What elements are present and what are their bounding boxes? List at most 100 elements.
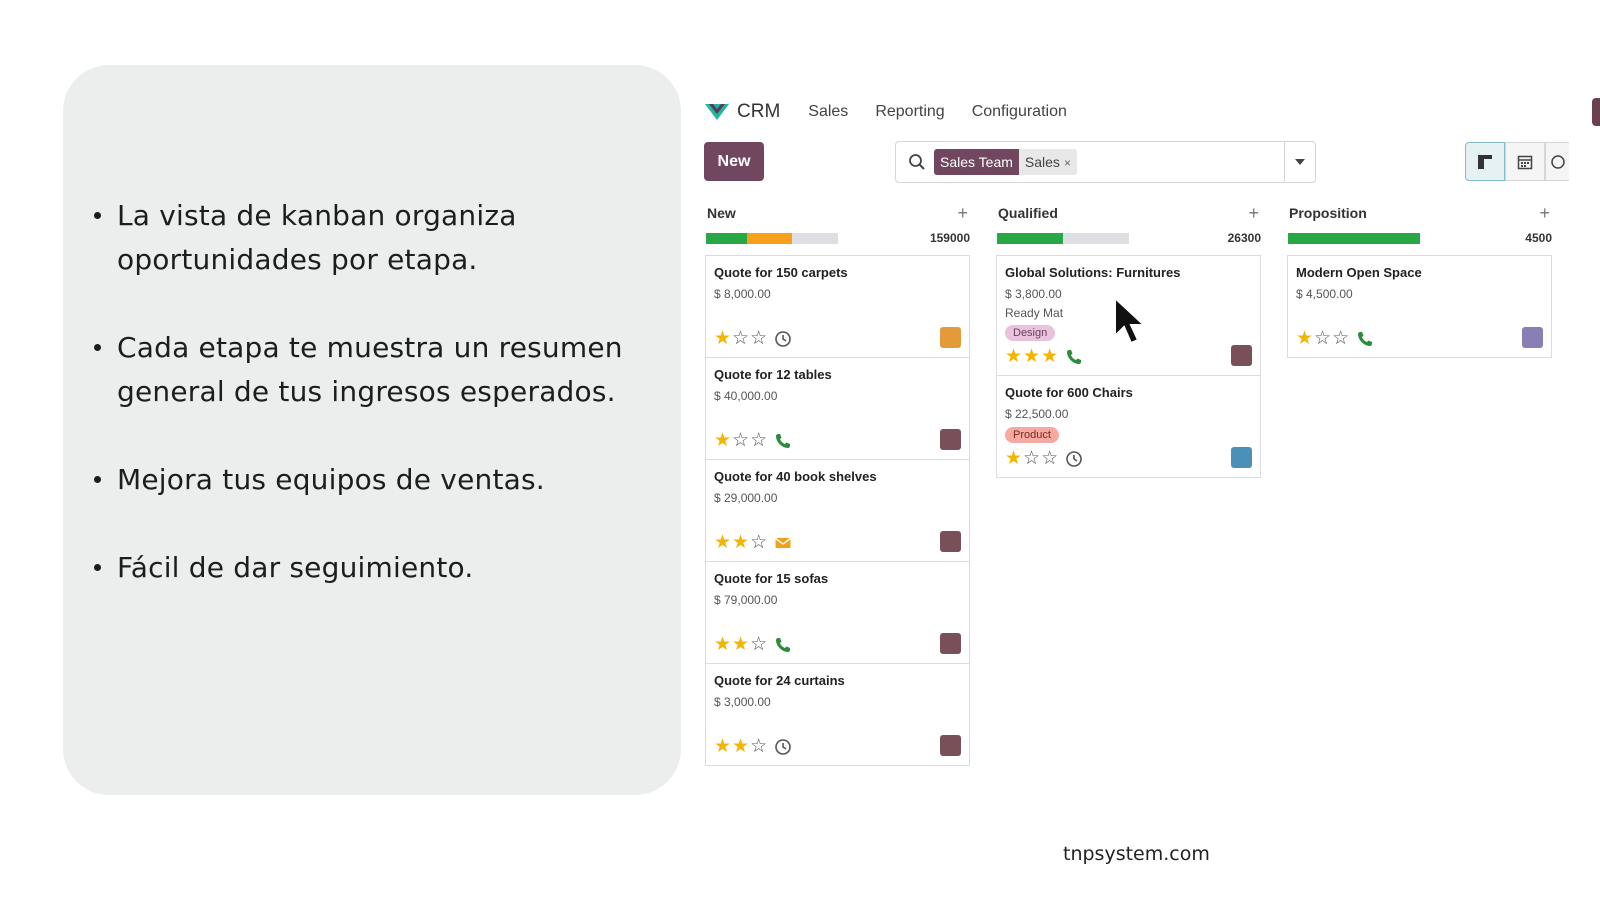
card-footer: ★ ☆ ☆ [714, 329, 792, 348]
card-title: Global Solutions: Furnitures [1005, 265, 1181, 280]
star-empty-icon[interactable]: ☆ [732, 329, 749, 348]
user-avatar[interactable] [1592, 98, 1600, 126]
star-empty-icon[interactable]: ☆ [1332, 329, 1349, 348]
salesperson-avatar[interactable] [940, 429, 961, 450]
salesperson-avatar[interactable] [1231, 447, 1252, 468]
star-empty-icon[interactable]: ☆ [750, 533, 767, 552]
star-empty-icon[interactable]: ☆ [750, 431, 767, 450]
star-empty-icon[interactable]: ☆ [750, 329, 767, 348]
clock-icon[interactable] [774, 330, 792, 348]
priority-stars[interactable]: ★ ☆ ☆ [1296, 329, 1350, 348]
search-options-toggle[interactable] [1284, 142, 1315, 182]
column-title[interactable]: Proposition [1289, 205, 1367, 221]
priority-stars[interactable]: ★ ★ ☆ [714, 737, 768, 756]
star-filled-icon[interactable]: ★ [714, 737, 731, 756]
priority-stars[interactable]: ★ ☆ ☆ [1005, 449, 1059, 468]
menu-sales[interactable]: Sales [808, 103, 848, 121]
progress-segment-won[interactable] [1288, 233, 1420, 244]
feature-item: Fácil de dar seguimiento. [94, 546, 654, 590]
app-name[interactable]: CRM [737, 101, 780, 123]
star-filled-icon[interactable]: ★ [714, 533, 731, 552]
feature-item: Mejora tus equipos de ventas. [94, 458, 654, 502]
star-filled-icon[interactable]: ★ [732, 737, 749, 756]
phone-icon[interactable] [1065, 348, 1083, 366]
opportunity-card[interactable]: Quote for 24 curtains $ 3,000.00 ★ ★ ☆ [705, 663, 970, 766]
facet-label: Sales Team [934, 149, 1019, 175]
menu-reporting[interactable]: Reporting [875, 103, 944, 121]
star-empty-icon[interactable]: ☆ [1041, 449, 1058, 468]
priority-stars[interactable]: ★ ☆ ☆ [714, 431, 768, 450]
salesperson-avatar[interactable] [940, 531, 961, 552]
column-title[interactable]: New [707, 205, 736, 221]
column-add-button[interactable]: + [1248, 204, 1259, 222]
caret-down-icon [1295, 159, 1305, 165]
salesperson-avatar[interactable] [940, 735, 961, 756]
progress-segment-planned[interactable] [746, 233, 792, 244]
card-footer: ★ ★ ☆ [714, 635, 792, 654]
phone-icon[interactable] [774, 636, 792, 654]
calendar-view-button[interactable] [1505, 142, 1545, 181]
priority-stars[interactable]: ★ ★ ☆ [714, 635, 768, 654]
progress-segment-won[interactable] [706, 233, 747, 244]
opportunity-card[interactable]: Quote for 150 carpets $ 8,000.00 ★ ☆ ☆ [705, 255, 970, 358]
star-filled-icon[interactable]: ★ [714, 329, 731, 348]
star-filled-icon[interactable]: ★ [714, 635, 731, 654]
kanban-view-button[interactable] [1465, 142, 1505, 181]
star-filled-icon[interactable]: ★ [1023, 347, 1040, 366]
clock-icon[interactable] [774, 738, 792, 756]
column-title[interactable]: Qualified [998, 205, 1058, 221]
star-filled-icon[interactable]: ★ [714, 431, 731, 450]
star-empty-icon[interactable]: ☆ [750, 737, 767, 756]
card-tag[interactable]: Design [1005, 325, 1056, 341]
opportunity-card[interactable]: Quote for 12 tables $ 40,000.00 ★ ☆ ☆ [705, 357, 970, 460]
search-facet[interactable]: Sales Team Sales × [934, 149, 1077, 175]
activity-view-button[interactable] [1545, 142, 1569, 181]
opportunity-card[interactable]: Quote for 40 book shelves $ 29,000.00 ★ ★ ☆ [705, 459, 970, 562]
priority-stars[interactable]: ★ ☆ ☆ [714, 329, 768, 348]
search-icon [909, 154, 925, 170]
card-tag[interactable]: Product [1005, 427, 1059, 443]
facet-remove-icon[interactable]: × [1064, 156, 1071, 170]
phone-icon[interactable] [774, 432, 792, 450]
progress-bar[interactable] [1288, 233, 1420, 244]
star-filled-icon[interactable]: ★ [732, 635, 749, 654]
search-bar[interactable]: Sales Team Sales × [895, 141, 1316, 183]
progress-bar[interactable] [997, 233, 1129, 244]
star-filled-icon[interactable]: ★ [1005, 449, 1022, 468]
clock-icon[interactable] [1065, 450, 1083, 468]
star-empty-icon[interactable]: ☆ [750, 635, 767, 654]
star-filled-icon[interactable]: ★ [1041, 347, 1058, 366]
progress-segment-won[interactable] [997, 233, 1063, 244]
star-filled-icon[interactable]: ★ [1296, 329, 1313, 348]
star-empty-icon[interactable]: ☆ [732, 431, 749, 450]
priority-stars[interactable]: ★ ★ ☆ [714, 533, 768, 552]
crm-logo-icon[interactable] [704, 102, 730, 122]
card-amount: $ 3,000.00 [714, 695, 771, 709]
column-add-button[interactable]: + [957, 204, 968, 222]
star-empty-icon[interactable]: ☆ [1314, 329, 1331, 348]
facet-value: Sales × [1018, 149, 1077, 175]
card-footer: ★ ★ ☆ [714, 533, 792, 552]
new-button[interactable]: New [704, 142, 764, 181]
priority-stars[interactable]: ★ ★ ★ [1005, 347, 1059, 366]
menu-configuration[interactable]: Configuration [972, 103, 1067, 121]
salesperson-avatar[interactable] [1231, 345, 1252, 366]
salesperson-avatar[interactable] [940, 633, 961, 654]
phone-icon[interactable] [1356, 330, 1374, 348]
card-title: Quote for 24 curtains [714, 673, 845, 688]
opportunity-card[interactable]: Quote for 15 sofas $ 79,000.00 ★ ★ ☆ [705, 561, 970, 664]
card-amount: $ 79,000.00 [714, 593, 778, 607]
salesperson-avatar[interactable] [1522, 327, 1543, 348]
mouse-pointer-icon [1114, 296, 1147, 345]
star-empty-icon[interactable]: ☆ [1023, 449, 1040, 468]
salesperson-avatar[interactable] [940, 327, 961, 348]
star-filled-icon[interactable]: ★ [732, 533, 749, 552]
progress-bar[interactable] [706, 233, 838, 244]
column-total: 159000 [929, 231, 970, 245]
opportunity-card[interactable]: Modern Open Space $ 4,500.00 ★ ☆ ☆ [1287, 255, 1552, 358]
star-filled-icon[interactable]: ★ [1005, 347, 1022, 366]
column-header: Qualified + [996, 204, 1261, 222]
opportunity-card[interactable]: Quote for 600 Chairs $ 22,500.00 Product ★ ☆… [996, 375, 1261, 478]
email-icon[interactable] [774, 534, 792, 552]
column-add-button[interactable]: + [1539, 204, 1550, 222]
